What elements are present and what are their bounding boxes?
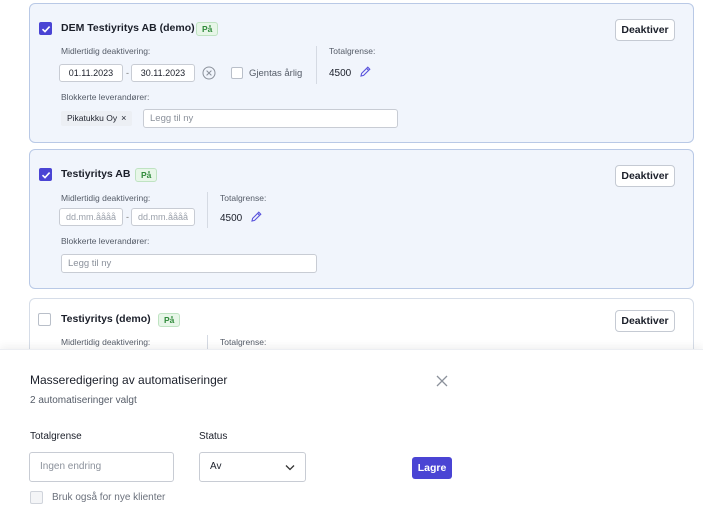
deactivate-button[interactable]: Deaktiver: [615, 165, 675, 187]
total-limit-value: 4500: [220, 213, 243, 224]
date-dash: -: [126, 212, 129, 222]
chevron-down-icon: [285, 465, 295, 471]
repeat-yearly-label: Gjentas årlig: [249, 68, 303, 79]
panel-title: Masseredigering av automatiseringer: [30, 373, 228, 387]
new-clients-label: Bruk også for nye klienter: [52, 492, 166, 503]
client-title: Testiyritys AB: [61, 168, 131, 180]
status-select-value: Av: [210, 461, 222, 472]
clear-dates-icon[interactable]: [202, 66, 216, 80]
temp-deactivation-label: Midlertidig deaktivering:: [61, 46, 151, 56]
save-button[interactable]: Lagre: [412, 457, 452, 479]
divider: [207, 335, 208, 349]
deactivate-button[interactable]: Deaktiver: [615, 19, 675, 41]
blocked-suppliers-label: Blokkerte leverandører:: [61, 236, 150, 246]
date-to-input[interactable]: 30.11.2023: [131, 64, 195, 82]
status-badge: På: [196, 22, 219, 36]
supplier-chip: Pikatukku Oy ×: [61, 111, 133, 126]
total-limit-field-label: Totalgrense: [30, 431, 82, 442]
automation-card-1: DEM Testiyritys AB (demo) På Deaktiver M…: [29, 3, 694, 143]
total-limit-label: Totalgrense:: [329, 46, 376, 56]
temp-deactivation-label: Midlertidig deaktivering:: [61, 193, 151, 203]
status-select[interactable]: Av: [199, 452, 306, 482]
chip-remove-icon[interactable]: ×: [121, 113, 126, 123]
supplier-chip-label: Pikatukku Oy: [67, 113, 118, 123]
date-dash: -: [126, 68, 129, 78]
date-from-input[interactable]: dd.mm.åååå: [59, 208, 123, 226]
add-supplier-input[interactable]: Legg til ny: [143, 109, 398, 128]
card-checkbox[interactable]: [39, 22, 52, 35]
client-title: DEM Testiyritys AB (demo): [61, 22, 195, 34]
total-limit-label: Totalgrense:: [220, 337, 267, 347]
edit-pencil-icon[interactable]: [250, 210, 263, 223]
new-clients-checkbox[interactable]: [30, 491, 43, 504]
total-limit-input[interactable]: Ingen endring: [29, 452, 174, 482]
check-icon: [41, 26, 51, 33]
repeat-yearly-checkbox[interactable]: [231, 67, 243, 79]
divider: [207, 192, 208, 228]
deactivate-button[interactable]: Deaktiver: [615, 310, 675, 332]
close-icon[interactable]: [435, 374, 449, 388]
card-checkbox[interactable]: [38, 313, 51, 326]
date-to-input[interactable]: dd.mm.åååå: [131, 208, 195, 226]
card-checkbox[interactable]: [39, 168, 52, 181]
divider: [316, 46, 317, 84]
status-badge: På: [135, 168, 158, 182]
blocked-suppliers-label: Blokkerte leverandører:: [61, 92, 150, 102]
total-limit-value: 4500: [329, 68, 352, 79]
temp-deactivation-label: Midlertidig deaktivering:: [61, 337, 151, 347]
add-supplier-input[interactable]: Legg til ny: [61, 254, 317, 273]
automation-card-2: Testiyritys AB På Deaktiver Midlertidig …: [29, 149, 694, 289]
status-field-label: Status: [199, 431, 228, 442]
panel-subtitle: 2 automatiseringer valgt: [30, 395, 137, 406]
edit-pencil-icon[interactable]: [359, 65, 372, 78]
total-limit-label: Totalgrense:: [220, 193, 267, 203]
check-icon: [41, 172, 51, 179]
client-title: Testiyritys (demo): [61, 313, 151, 325]
status-badge: På: [158, 313, 181, 327]
bulk-edit-panel: Masseredigering av automatiseringer 2 au…: [0, 349, 703, 516]
date-from-input[interactable]: 01.11.2023: [59, 64, 123, 82]
